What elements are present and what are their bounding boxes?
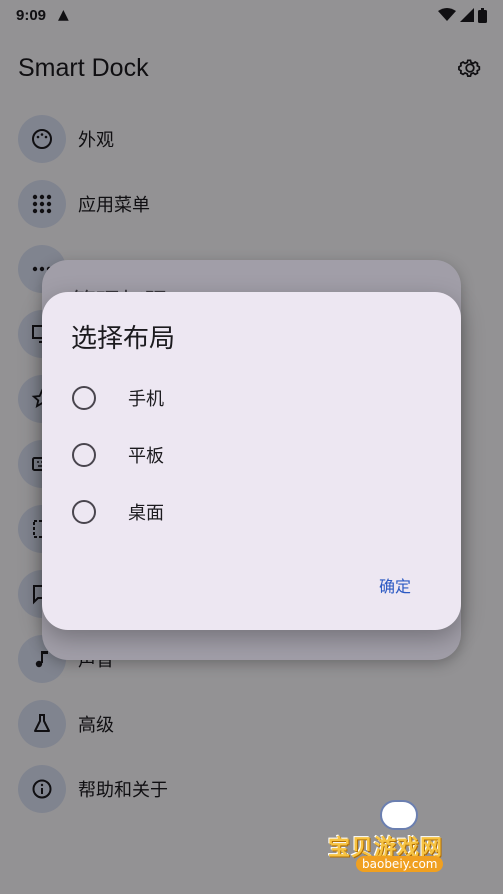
dialog-title: 选择布局 xyxy=(71,324,176,354)
layout-dialog: 选择布局 手机 平板 桌面 确定 xyxy=(42,292,461,630)
watermark: 宝贝游戏网 baobeiy.com xyxy=(328,800,478,880)
option-phone[interactable]: 手机 xyxy=(72,378,412,418)
gamepad-icon xyxy=(380,800,418,830)
radio-unselected-icon[interactable] xyxy=(72,500,96,524)
watermark-url: baobeiy.com xyxy=(356,856,444,872)
confirm-button[interactable]: 确定 xyxy=(379,573,411,597)
option-label: 平板 xyxy=(128,446,164,467)
option-label: 手机 xyxy=(128,389,164,410)
radio-unselected-icon[interactable] xyxy=(72,443,96,467)
radio-unselected-icon[interactable] xyxy=(72,386,96,410)
option-desktop[interactable]: 桌面 xyxy=(72,492,412,532)
option-tablet[interactable]: 平板 xyxy=(72,435,412,475)
option-label: 桌面 xyxy=(128,503,164,524)
